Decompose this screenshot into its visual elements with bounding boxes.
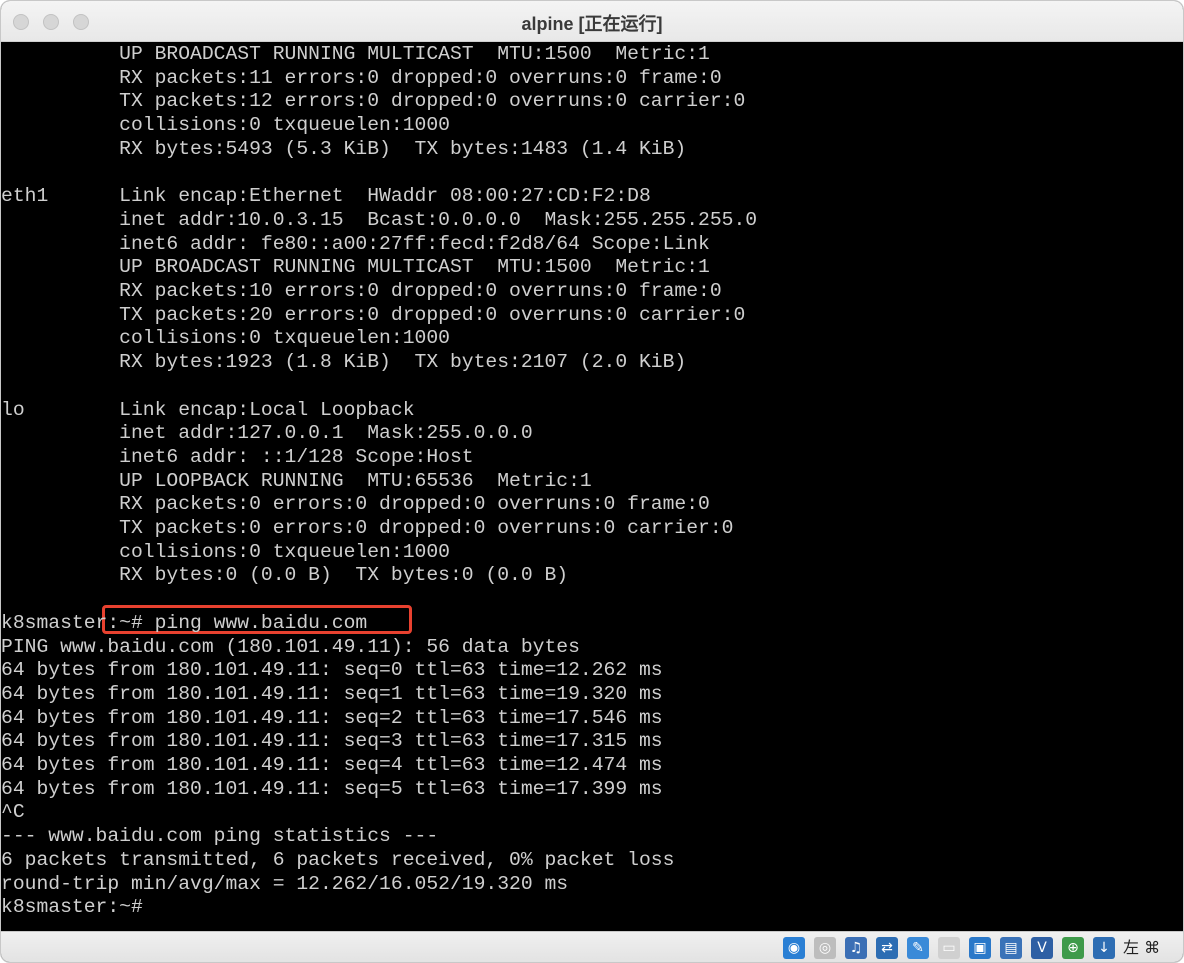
vm-icon[interactable]: V [1031,937,1053,959]
display-icon[interactable]: ▣ [969,937,991,959]
terminal-line: TX packets:20 errors:0 dropped:0 overrun… [1,303,746,326]
terminal-line: 64 bytes from 180.101.49.11: seq=2 ttl=6… [1,706,663,729]
title-bar: alpine [正在运行] [1,1,1183,42]
recording-icon[interactable]: ▤ [1000,937,1022,959]
terminal-line: round-trip min/avg/max = 12.262/16.052/1… [1,872,569,895]
terminal-line: TX packets:12 errors:0 dropped:0 overrun… [1,90,746,113]
audio-icon[interactable]: ♫ [845,937,867,959]
terminal-line: inet addr:10.0.3.15 Bcast:0.0.0.0 Mask:2… [1,208,758,231]
terminal-line: RX bytes:5493 (5.3 KiB) TX bytes:1483 (1… [1,137,687,160]
optical-drive-icon[interactable]: ◎ [814,937,836,959]
terminal-line: inet6 addr: ::1/128 Scope:Host [1,445,474,468]
terminal-line: TX packets:0 errors:0 dropped:0 overruns… [1,517,734,539]
keyboard-capture-icon[interactable]: ↓ [1093,937,1115,959]
terminal-line: 64 bytes from 180.101.49.11: seq=5 ttl=6… [1,777,663,800]
mouse-integration-icon[interactable]: ⊕ [1062,937,1084,959]
terminal-screen[interactable]: UP BROADCAST RUNNING MULTICAST MTU:1500 … [1,42,1183,931]
terminal-line: UP BROADCAST RUNNING MULTICAST MTU:1500 … [1,256,710,279]
terminal-line: RX packets:11 errors:0 dropped:0 overrun… [1,66,722,89]
terminal-line: collisions:0 txqueuelen:1000 [1,540,450,563]
terminal-line: 6 packets transmitted, 6 packets receive… [1,848,675,871]
terminal-line: k8smaster:~# [1,896,143,919]
terminal-line: RX bytes:0 (0.0 B) TX bytes:0 (0.0 B) [1,564,569,587]
terminal-line: 64 bytes from 180.101.49.11: seq=1 ttl=6… [1,682,663,705]
usb-icon[interactable]: ✎ [907,937,929,959]
terminal-line: --- www.baidu.com ping statistics --- [1,825,439,848]
network-icon[interactable]: ⇄ [876,937,898,959]
terminal-line: eth1 Link encap:Ethernet HWaddr 08:00:27… [1,185,651,208]
terminal-line: k8smaster:~# ping www.baidu.com [1,611,368,634]
terminal-line: RX bytes:1923 (1.8 KiB) TX bytes:2107 (2… [1,351,687,374]
terminal-line: 64 bytes from 180.101.49.11: seq=0 ttl=6… [1,659,663,682]
host-key-indicator: 左 ⌘ [1123,938,1161,957]
hard-disk-icon[interactable]: ◉ [783,937,805,959]
terminal-line: UP BROADCAST RUNNING MULTICAST MTU:1500 … [1,43,710,65]
terminal-line: inet6 addr: fe80::a00:27ff:fecd:f2d8/64 … [1,232,710,255]
terminal-line: RX packets:10 errors:0 dropped:0 overrun… [1,280,722,302]
terminal-line: UP LOOPBACK RUNNING MTU:65536 Metric:1 [1,469,592,492]
terminal-line: PING www.baidu.com (180.101.49.11): 56 d… [1,635,580,658]
terminal-line: lo Link encap:Local Loopback [1,398,415,421]
terminal-line: ^C [1,801,25,824]
terminal-line: collisions:0 txqueuelen:1000 [1,114,450,137]
terminal-line: collisions:0 txqueuelen:1000 [1,327,450,350]
window-title: alpine [正在运行] [521,14,663,34]
vm-window: alpine [正在运行] UP BROADCAST RUNNING MULTI… [0,0,1184,963]
status-bar: 左 ⌘ ◉ ◎ ♫ ⇄ ✎ ▭ ▣ ▤ V ⊕ ↓ [1,931,1183,962]
terminal-line: inet addr:127.0.0.1 Mask:255.0.0.0 [1,422,533,445]
terminal-line: 64 bytes from 180.101.49.11: seq=4 ttl=6… [1,754,663,776]
terminal-line: 64 bytes from 180.101.49.11: seq=3 ttl=6… [1,730,663,753]
terminal-line: RX packets:0 errors:0 dropped:0 overruns… [1,493,710,516]
shared-folder-icon[interactable]: ▭ [938,937,960,959]
